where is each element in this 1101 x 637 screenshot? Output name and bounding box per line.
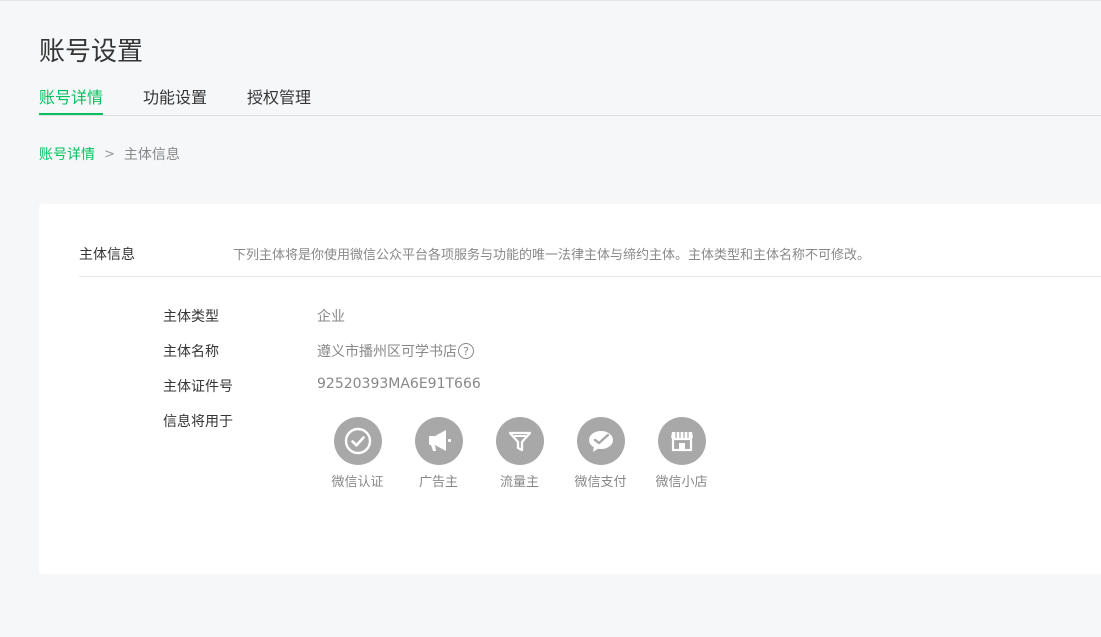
usage-label-publisher: 流量主 bbox=[499, 475, 539, 490]
funnel-icon bbox=[495, 417, 544, 465]
entity-name-label: 主体名称 bbox=[163, 344, 219, 360]
help-icon[interactable]: ? bbox=[458, 343, 474, 359]
entity-cert-row: 主体证件号 92520393MA6E91T666 bbox=[163, 376, 481, 411]
entity-type-label: 主体类型 bbox=[163, 309, 219, 325]
section-title: 主体信息 bbox=[79, 247, 135, 263]
usage-label-wechat-pay: 微信支付 bbox=[574, 475, 627, 490]
usage-item-advertiser: 广告主 bbox=[398, 417, 479, 490]
section-description: 下列主体将是你使用微信公众平台各项服务与功能的唯一法律主体与缔约主体。主体类型和… bbox=[233, 248, 871, 263]
tab-account-details[interactable]: 账号详情 bbox=[39, 87, 104, 115]
usage-item-wechat-shop: 微信小店 bbox=[641, 417, 722, 490]
breadcrumb: 账号详情 > 主体信息 bbox=[39, 144, 180, 164]
usage-label-wechat-shop: 微信小店 bbox=[655, 475, 708, 490]
entity-name-value-wrap: 遵义市播州区可学书店 ? bbox=[317, 341, 474, 361]
entity-type-value: 企业 bbox=[317, 309, 345, 325]
entity-cert-value: 92520393MA6E91T666 bbox=[317, 376, 481, 392]
chevron-right-icon: > bbox=[104, 146, 115, 162]
entity-name-value: 遵义市播州区可学书店 bbox=[317, 344, 457, 360]
tab-bar: 账号详情 功能设置 授权管理 bbox=[39, 87, 1101, 116]
usage-item-wechat-verification: 微信认证 bbox=[317, 417, 398, 490]
usage-item-wechat-pay: 微信支付 bbox=[560, 417, 641, 490]
entity-info-card: 主体信息 下列主体将是你使用微信公众平台各项服务与功能的唯一法律主体与缔约主体。… bbox=[39, 204, 1101, 574]
account-settings-page: 账号设置 账号详情 功能设置 授权管理 账号详情 > 主体信息 主体信息 下列主… bbox=[0, 0, 1101, 637]
tab-authorization-management[interactable]: 授权管理 bbox=[247, 87, 311, 115]
entity-cert-label: 主体证件号 bbox=[163, 379, 233, 395]
breadcrumb-link-account-details[interactable]: 账号详情 bbox=[39, 144, 95, 164]
tab-feature-settings[interactable]: 功能设置 bbox=[143, 87, 207, 115]
page-title: 账号设置 bbox=[39, 37, 144, 67]
check-circle-icon bbox=[333, 417, 382, 465]
usage-label: 信息将用于 bbox=[163, 414, 233, 430]
section-header: 主体信息 下列主体将是你使用微信公众平台各项服务与功能的唯一法律主体与缔约主体。… bbox=[79, 244, 1101, 277]
usage-list: 微信认证 广告主 流量主 微信支付 微信小店 bbox=[317, 417, 722, 490]
wechat-pay-icon bbox=[576, 417, 625, 465]
usage-item-publisher: 流量主 bbox=[479, 417, 560, 490]
megaphone-icon bbox=[414, 417, 463, 465]
usage-label-wechat-verification: 微信认证 bbox=[331, 475, 384, 490]
entity-name-row: 主体名称 遵义市播州区可学书店 ? bbox=[163, 341, 481, 376]
entity-type-row: 主体类型 企业 bbox=[163, 306, 481, 341]
shop-icon bbox=[657, 417, 706, 465]
breadcrumb-current: 主体信息 bbox=[123, 147, 180, 163]
usage-label-advertiser: 广告主 bbox=[418, 475, 458, 490]
